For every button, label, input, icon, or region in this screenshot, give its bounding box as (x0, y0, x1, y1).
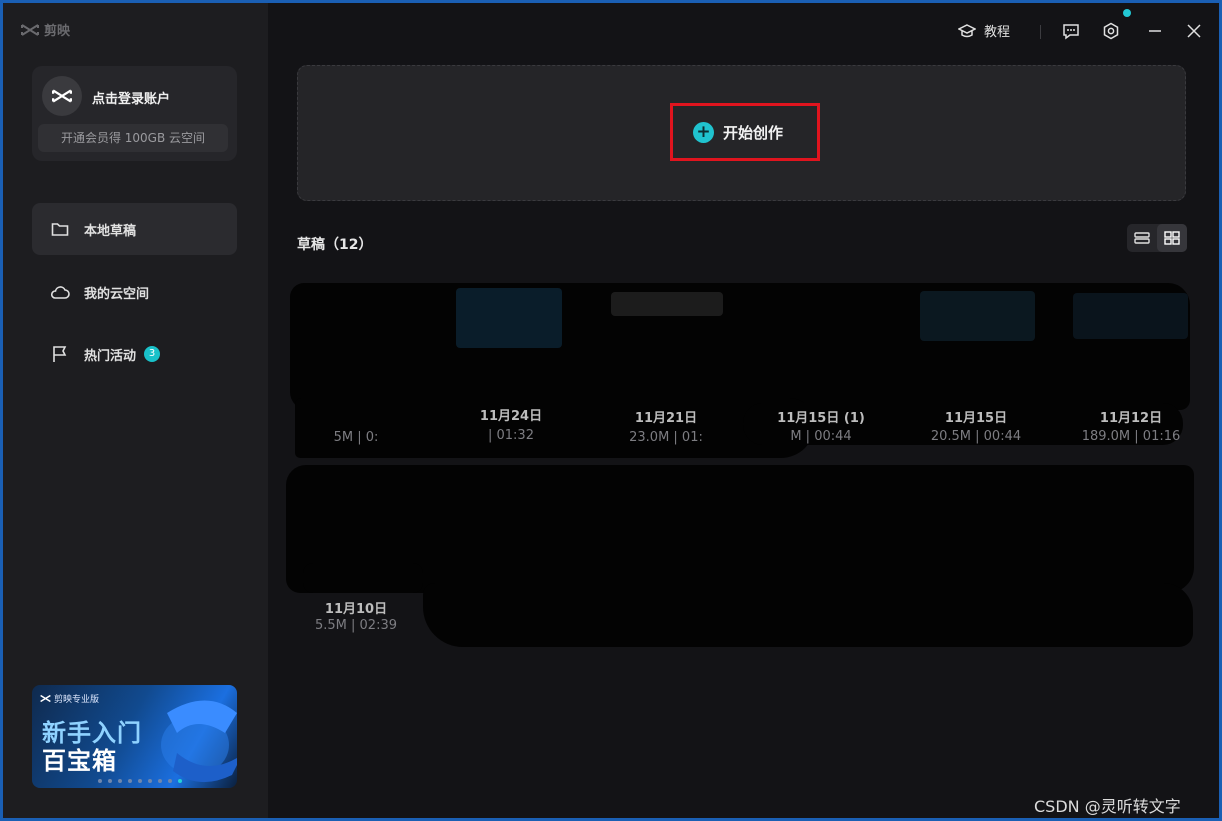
avatar[interactable] (42, 76, 82, 116)
list-view-icon (1134, 232, 1150, 244)
sidebar: 剪映 点击登录账户 开通会员得 100GB 云空间 本地草稿 我的云空间 热门活… (3, 3, 268, 818)
draft-thumbnail[interactable] (920, 291, 1035, 341)
grid-view-icon (1164, 231, 1180, 245)
draft-thumbnail[interactable] (611, 292, 723, 316)
carousel-dot[interactable] (138, 779, 142, 783)
promo-brand: 剪映专业版 (40, 692, 99, 705)
app-window: 剪映 点击登录账户 开通会员得 100GB 云空间 本地草稿 我的云空间 热门活… (3, 3, 1219, 818)
close-button[interactable] (1183, 20, 1205, 42)
login-link[interactable]: 点击登录账户 (92, 88, 170, 107)
draft-date: 11月15日 (944, 411, 1008, 426)
feedback-icon (1063, 23, 1079, 39)
redaction-scribble (303, 563, 423, 593)
settings-button[interactable] (1100, 20, 1122, 42)
redaction-scribble (290, 283, 1190, 410)
carousel-dots (98, 779, 182, 783)
minimize-button[interactable] (1144, 20, 1166, 42)
sidebar-item-events[interactable]: 热门活动 3 (32, 328, 237, 380)
redaction-scribble (423, 583, 1193, 647)
tutorial-button[interactable]: 教程 (958, 21, 1010, 40)
draft-date: 11月15日 (1) (777, 411, 865, 426)
promo-title-line2: 百宝箱 (42, 747, 117, 775)
flag-icon (50, 344, 70, 364)
draft-date: 11月10日 (324, 602, 388, 617)
carousel-dot[interactable] (148, 779, 152, 783)
sidebar-item-cloud[interactable]: 我的云空间 (32, 266, 237, 318)
promo-brand-text: 剪映专业版 (54, 695, 100, 705)
sidebar-item-label: 我的云空间 (84, 286, 150, 302)
capcut-logo-icon (40, 694, 51, 703)
capcut-logo-icon (21, 23, 39, 36)
drafts-title: 草稿（12） (297, 237, 373, 253)
plus-icon: + (693, 122, 714, 143)
grid-view-button[interactable] (1157, 224, 1187, 252)
carousel-dot[interactable] (158, 779, 162, 783)
graduation-cap-icon (958, 23, 976, 37)
close-icon (1187, 24, 1201, 38)
vip-upgrade-button[interactable]: 开通会员得 100GB 云空间 (38, 124, 228, 152)
carousel-dot[interactable] (128, 779, 132, 783)
notification-badge: 3 (144, 346, 161, 362)
draft-date: 11月24日 (479, 409, 543, 424)
carousel-dot[interactable] (118, 779, 122, 783)
update-dot (1123, 9, 1131, 17)
draft-date: 11月21日 (634, 411, 698, 426)
draft-date: 11月12日 (1099, 411, 1163, 426)
cloud-icon (50, 282, 70, 302)
list-view-button[interactable] (1127, 224, 1157, 252)
app-logo-text: 剪映 (44, 24, 71, 39)
app-logo: 剪映 (21, 20, 70, 39)
start-create-button[interactable]: + 开始创作 (693, 122, 783, 143)
promo-banner[interactable]: 剪映专业版 新手入门 百宝箱 (32, 685, 237, 788)
draft-meta: 20.5M | 00:44 (930, 429, 1022, 444)
capcut-logo-icon (52, 89, 72, 103)
gear-icon (1103, 22, 1119, 40)
feedback-button[interactable] (1060, 20, 1082, 42)
draft-meta: 189.0M | 01:16 (1081, 429, 1181, 444)
account-card: 点击登录账户 开通会员得 100GB 云空间 (32, 66, 237, 161)
carousel-dot[interactable] (168, 779, 172, 783)
view-toggle (1127, 224, 1187, 252)
draft-meta: 5.5M | 02:39 (315, 618, 397, 633)
carousel-dot[interactable] (108, 779, 112, 783)
draft-meta: 5M | 0: (333, 430, 379, 445)
draft-meta: | 01:32 (488, 428, 534, 443)
draft-meta: 23.0M | 01: (629, 430, 703, 445)
watermark: CSDN @灵听转文字 (1034, 797, 1181, 816)
folder-icon (50, 219, 70, 239)
carousel-dot-active[interactable] (178, 779, 182, 783)
start-create-label: 开始创作 (723, 124, 784, 142)
sidebar-item-label: 热门活动 (84, 348, 137, 364)
titlebar-divider (1040, 25, 1041, 39)
draft-meta: M | 00:44 (790, 429, 852, 444)
draft-thumbnail[interactable] (1073, 293, 1188, 339)
draft-thumbnail[interactable] (456, 288, 562, 348)
tutorial-label: 教程 (984, 25, 1011, 40)
promo-3d-shape-icon (161, 700, 237, 783)
carousel-dot[interactable] (98, 779, 102, 783)
sidebar-item-local-drafts[interactable]: 本地草稿 (32, 203, 237, 255)
minimize-icon (1149, 30, 1161, 32)
sidebar-item-label: 本地草稿 (84, 223, 137, 239)
